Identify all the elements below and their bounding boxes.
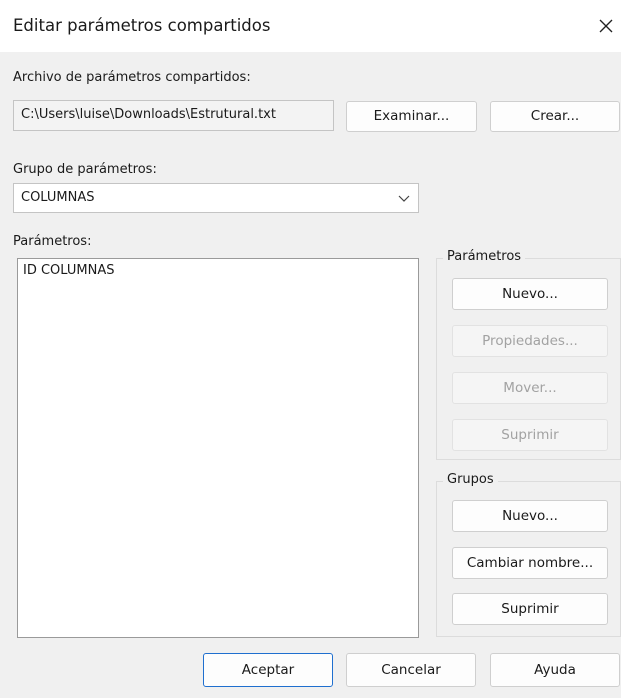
list-item[interactable]: ID COLUMNAS	[23, 263, 114, 278]
cancel-button[interactable]: Cancelar	[346, 653, 476, 687]
parameter-group-selected: COLUMNAS	[21, 190, 95, 205]
properties-button[interactable]: Propiedades...	[452, 325, 608, 357]
parameters-label: Parámetros:	[13, 234, 92, 249]
browse-button[interactable]: Examinar...	[346, 101, 477, 132]
window-title: Editar parámetros compartidos	[13, 16, 271, 35]
shared-file-label: Archivo de parámetros compartidos:	[13, 70, 251, 85]
parameters-list[interactable]: ID COLUMNAS	[17, 258, 419, 638]
move-button[interactable]: Mover...	[452, 372, 608, 404]
parameter-group-select[interactable]: COLUMNAS	[13, 183, 419, 213]
shared-file-path-field: C:\Users\luise\Downloads\Estrutural.txt	[13, 100, 334, 131]
help-button[interactable]: Ayuda	[490, 653, 620, 687]
ok-button[interactable]: Aceptar	[203, 653, 333, 687]
new-parameter-button[interactable]: Nuevo...	[452, 278, 608, 310]
create-button[interactable]: Crear...	[490, 101, 620, 132]
rename-group-button[interactable]: Cambiar nombre...	[452, 547, 608, 579]
delete-parameter-button[interactable]: Suprimir	[452, 419, 608, 451]
title-bar: Editar parámetros compartidos	[0, 0, 621, 52]
parameter-group-label: Grupo de parámetros:	[13, 162, 157, 177]
new-group-button[interactable]: Nuevo...	[452, 500, 608, 532]
edit-shared-parameters-dialog: Editar parámetros compartidos Archivo de…	[0, 0, 621, 698]
parameters-group-legend: Parámetros	[443, 249, 526, 264]
delete-group-button[interactable]: Suprimir	[452, 593, 608, 625]
close-icon[interactable]	[598, 12, 621, 40]
chevron-down-icon	[398, 184, 410, 212]
groups-group-legend: Grupos	[443, 472, 498, 487]
